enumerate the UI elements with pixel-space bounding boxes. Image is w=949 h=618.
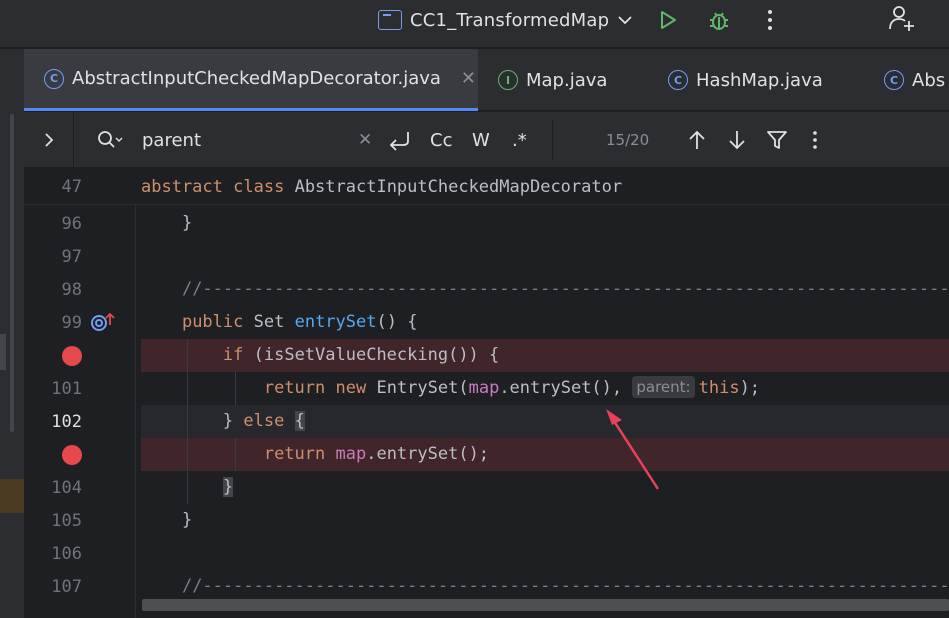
tab-map-java[interactable]: I Map.java — [478, 49, 648, 111]
play-icon — [661, 11, 676, 29]
current-line: } else { — [141, 405, 949, 438]
run-configuration-selector[interactable]: CC1_TransformedMap — [378, 7, 633, 33]
find-bar: ✕ Cc W .* 15/20 — [24, 112, 949, 168]
class-icon: C — [668, 70, 688, 90]
clear-search-button[interactable]: ✕ — [358, 128, 372, 152]
chevron-down-icon — [617, 12, 633, 28]
more-vertical-icon — [813, 131, 817, 149]
main-toolbar: CC1_TransformedMap — [0, 0, 949, 48]
filter-button[interactable] — [766, 128, 788, 152]
more-actions-button[interactable] — [756, 6, 784, 34]
line-number: 96 — [61, 214, 82, 234]
code-line: } — [181, 510, 193, 530]
line-number: 102 — [51, 412, 82, 432]
breakpoint-line: return map.entrySet(); — [141, 438, 949, 471]
class-icon: C — [884, 70, 904, 90]
line-number: 106 — [51, 544, 82, 564]
close-icon[interactable]: ✕ — [461, 68, 476, 89]
next-occurrence-button[interactable] — [728, 128, 746, 152]
line-number: 98 — [61, 280, 82, 300]
tab-label: HashMap.java — [696, 69, 823, 91]
line-number: 99 — [61, 313, 82, 333]
regex-button[interactable]: .* — [512, 128, 527, 152]
tab-hashmap-java[interactable]: C HashMap.java — [648, 49, 844, 111]
tab-label: Map.java — [526, 69, 608, 91]
new-line-button[interactable] — [388, 128, 412, 152]
code-line: public Set entrySet() { — [181, 312, 418, 332]
toggle-replace-button[interactable] — [24, 112, 74, 168]
run-button[interactable] — [654, 6, 682, 34]
matched-brace: } — [222, 477, 234, 497]
breakpoint-icon[interactable] — [62, 445, 82, 465]
words-button[interactable]: W — [472, 128, 490, 152]
line-number: 107 — [51, 577, 82, 597]
code-area[interactable]: } //------------------------------------… — [141, 169, 949, 618]
search-input[interactable] — [142, 126, 342, 154]
filter-icon — [767, 131, 787, 149]
line-number: 47 — [61, 177, 82, 197]
line-number: 101 — [51, 379, 82, 399]
debug-button[interactable] — [705, 6, 733, 34]
sticky-code: abstract class AbstractInputCheckedMapDe… — [141, 177, 623, 197]
match-count: 15/20 — [606, 131, 650, 149]
indent-guide — [235, 438, 236, 471]
scroll-marker — [0, 334, 6, 370]
bug-icon — [710, 12, 728, 30]
run-configuration-label: CC1_TransformedMap — [410, 9, 610, 31]
search-icon[interactable] — [96, 129, 124, 151]
tab-label: Abs — [912, 69, 946, 91]
breakpoint-line: if (isSetValueChecking()) { — [141, 339, 949, 372]
horizontal-scrollbar[interactable] — [142, 599, 949, 611]
class-icon: C — [44, 68, 64, 89]
parameter-hint: parent: — [632, 376, 695, 398]
arrow-down-icon — [729, 131, 745, 150]
code-editor[interactable]: 47 abstract class AbstractInputCheckedMa… — [24, 169, 949, 618]
sticky-header[interactable]: 47 abstract class AbstractInputCheckedMa… — [24, 169, 949, 205]
indent-guide — [187, 339, 188, 504]
code-line: } — [181, 213, 193, 233]
overrides-method-icon[interactable] — [90, 311, 116, 333]
editor-gutter[interactable]: 96 97 98 99 101 102 104 105 106 107 — [24, 169, 136, 618]
indent-guide — [235, 372, 236, 405]
breakpoint-icon[interactable] — [62, 346, 82, 366]
line-number: 104 — [51, 478, 82, 498]
code-with-me-button[interactable] — [888, 4, 916, 32]
match-case-button[interactable]: Cc — [430, 128, 452, 152]
divider — [552, 120, 553, 160]
more-search-options-button[interactable] — [812, 128, 818, 152]
close-icon: ✕ — [358, 130, 373, 150]
previous-occurrence-button[interactable] — [688, 128, 706, 152]
arrow-up-icon — [689, 130, 705, 149]
application-icon — [378, 10, 402, 30]
matched-brace: { — [294, 411, 305, 431]
code-line: //--------------------------------------… — [181, 279, 949, 299]
tab-abs[interactable]: C Abs — [864, 49, 949, 111]
newline-icon — [389, 132, 409, 151]
line-number: 105 — [51, 511, 82, 531]
add-user-icon — [889, 6, 914, 31]
scroll-marker — [0, 479, 24, 513]
code-line: return new EntrySet(map.entrySet(), pare… — [263, 376, 761, 398]
editor-tabs: C AbstractInputCheckedMapDecorator.java … — [24, 49, 949, 111]
scroll-marker — [10, 114, 14, 432]
chevron-right-icon — [44, 133, 53, 147]
left-tool-strip — [0, 49, 24, 618]
tab-label: AbstractInputCheckedMapDecorator.java — [72, 68, 441, 89]
tab-abstractinputcheckedmapdecorator[interactable]: C AbstractInputCheckedMapDecorator.java … — [24, 49, 478, 111]
interface-icon: I — [498, 70, 518, 90]
line-number: 97 — [61, 247, 82, 267]
more-vertical-icon — [768, 10, 772, 30]
code-line: } — [141, 471, 949, 504]
